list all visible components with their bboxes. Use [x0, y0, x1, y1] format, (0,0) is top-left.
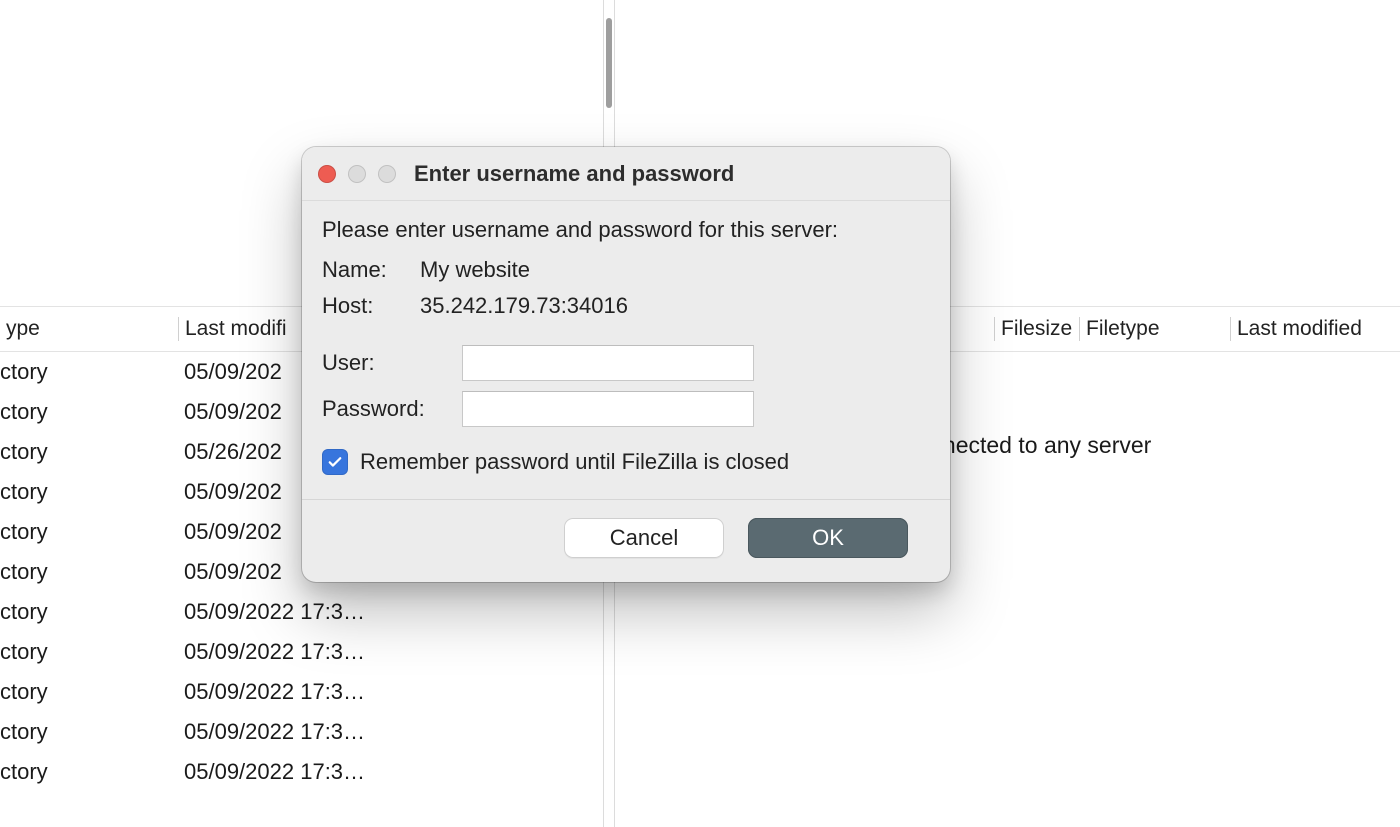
col-right-filetype[interactable]: Filetype	[1080, 317, 1230, 341]
dialog-prompt: Please enter username and password for t…	[322, 217, 930, 243]
close-icon[interactable]	[318, 165, 336, 183]
remember-checkbox[interactable]	[322, 449, 348, 475]
cell-modified: 05/09/2022 17:3…	[180, 639, 600, 665]
cancel-button[interactable]: Cancel	[564, 518, 724, 558]
cell-filetype: ctory	[0, 639, 180, 665]
cell-modified: 05/09/2022 17:3…	[180, 679, 600, 705]
host-value: 35.242.179.73:34016	[420, 293, 628, 319]
ok-button[interactable]: OK	[748, 518, 908, 558]
user-input[interactable]	[462, 345, 754, 381]
name-label: Name:	[322, 257, 420, 283]
cell-modified: 05/09/2022 17:3…	[180, 599, 600, 625]
cell-filetype: ctory	[0, 399, 180, 425]
cell-filetype: ctory	[0, 519, 180, 545]
check-icon	[326, 453, 344, 471]
cell-filetype: ctory	[0, 599, 180, 625]
cell-filetype: ctory	[0, 479, 180, 505]
password-input[interactable]	[462, 391, 754, 427]
table-row[interactable]: ctory05/09/2022 17:3…	[0, 712, 603, 752]
cell-filetype: ctory	[0, 719, 180, 745]
name-value: My website	[420, 257, 530, 283]
col-right-modified[interactable]: Last modified	[1231, 317, 1400, 341]
table-row[interactable]: ctory05/09/2022 17:3…	[0, 592, 603, 632]
cell-filetype: ctory	[0, 439, 180, 465]
login-dialog: Enter username and password Please enter…	[302, 147, 950, 582]
cell-modified: 05/09/2022 17:3…	[180, 759, 600, 785]
password-label: Password:	[322, 396, 462, 422]
minimize-icon	[348, 165, 366, 183]
cell-filetype: ctory	[0, 559, 180, 585]
dialog-titlebar[interactable]: Enter username and password	[302, 147, 950, 201]
cell-filetype: ctory	[0, 759, 180, 785]
dialog-title: Enter username and password	[414, 161, 734, 187]
col-right-filesize[interactable]: Filesize	[995, 317, 1079, 341]
table-row[interactable]: ctory05/09/2022 17:3…	[0, 632, 603, 672]
user-label: User:	[322, 350, 462, 376]
host-label: Host:	[322, 293, 420, 319]
remember-label: Remember password until FileZilla is clo…	[360, 449, 789, 475]
cell-modified: 05/09/2022 17:3…	[180, 719, 600, 745]
scrollbar-thumb[interactable]	[606, 18, 612, 108]
cell-filetype: ctory	[0, 679, 180, 705]
cell-filetype: ctory	[0, 359, 180, 385]
table-row[interactable]: ctory05/09/2022 17:3…	[0, 752, 603, 792]
table-row[interactable]: ctory05/09/2022 17:3…	[0, 672, 603, 712]
zoom-icon	[378, 165, 396, 183]
col-left-type[interactable]: ype	[0, 317, 178, 341]
